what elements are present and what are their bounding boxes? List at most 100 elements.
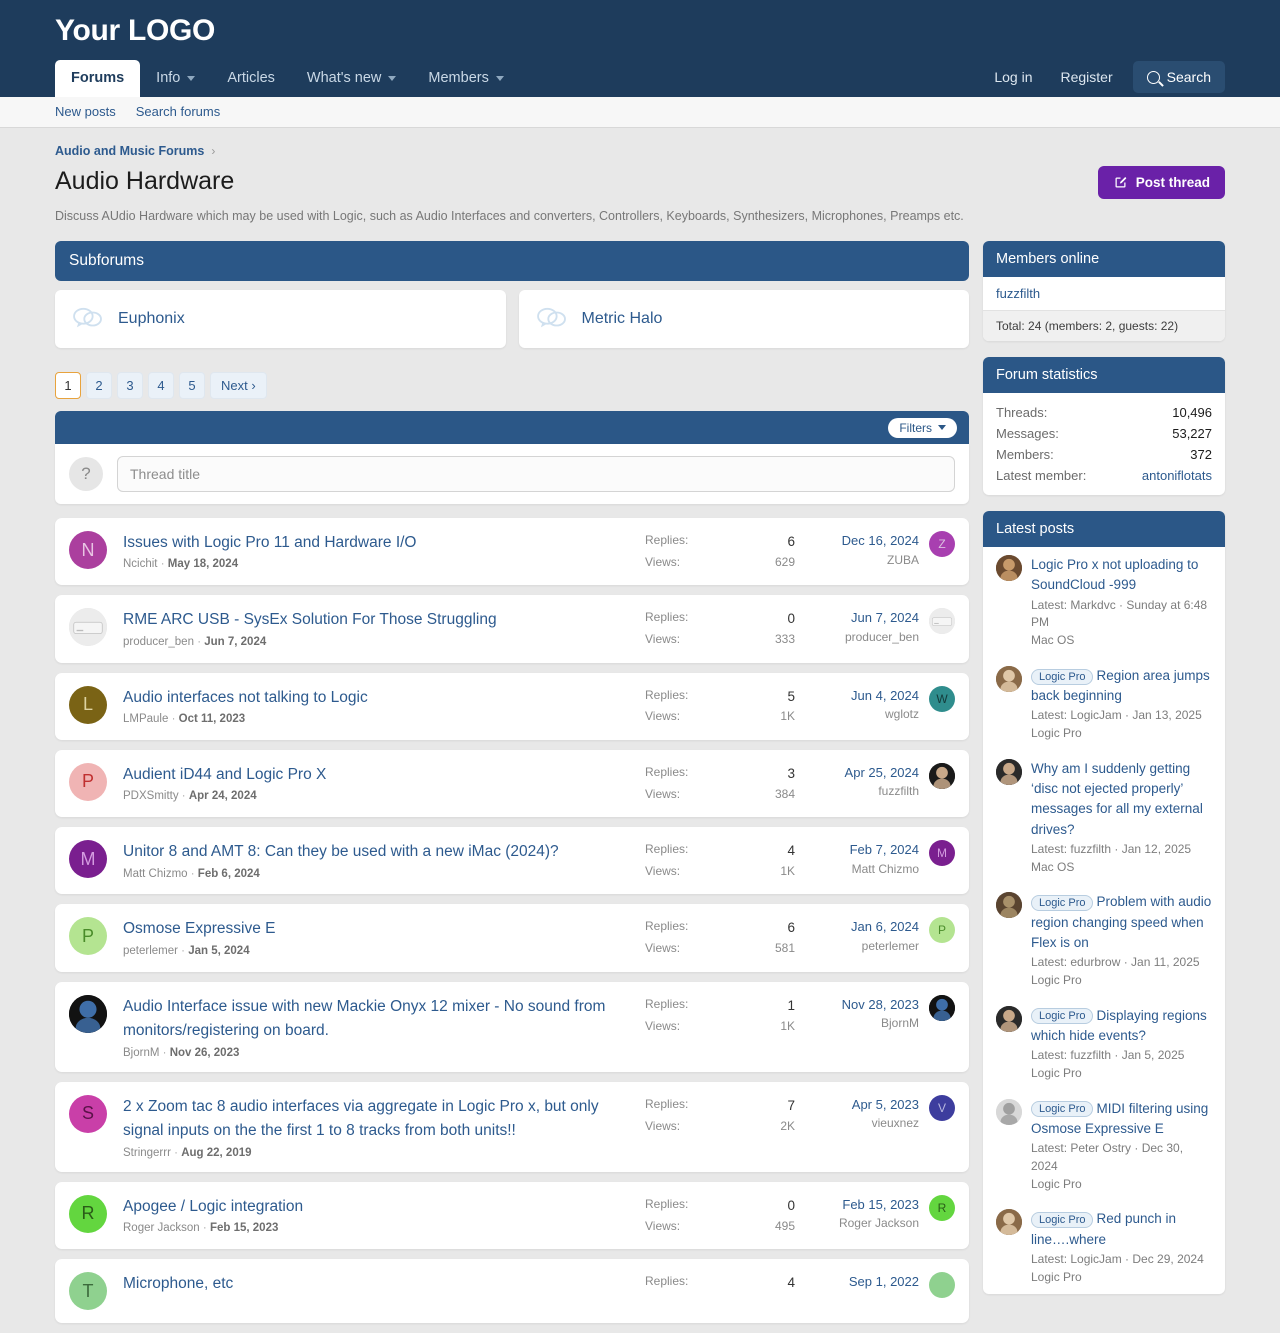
thread-title-link[interactable]: Audient iD44 and Logic Pro X	[123, 766, 326, 783]
next-page-button[interactable]: Next ›	[210, 372, 267, 399]
page-3-button[interactable]: 3	[117, 372, 143, 399]
prefix-tag[interactable]: Logic Pro	[1031, 1008, 1094, 1025]
nav-tab-members[interactable]: Members	[412, 60, 519, 97]
avatar[interactable]: Z	[929, 531, 955, 557]
avatar[interactable]: M	[69, 840, 107, 879]
page-1-button[interactable]: 1	[55, 372, 81, 399]
avatar[interactable]: P	[69, 762, 107, 801]
avatar[interactable]: L	[69, 685, 107, 724]
last-post-date[interactable]: Jun 4, 2024	[851, 686, 919, 706]
subnav-search-forums[interactable]: Search forums	[136, 104, 221, 119]
thread-author[interactable]: peterlemer	[123, 945, 178, 957]
thread-author[interactable]: Ncichit	[123, 558, 158, 570]
avatar[interactable]	[69, 994, 107, 1033]
post-thread-button[interactable]: Post thread	[1097, 166, 1225, 199]
latest-member-link[interactable]: antoniflotats	[1142, 465, 1212, 486]
thread-author[interactable]: Roger Jackson	[123, 1222, 200, 1234]
latest-post-item[interactable]: Logic Pro Region area jumps back beginnin…	[983, 658, 1225, 751]
thread-row[interactable]: N Issues with Logic Pro 11 and Hardware I…	[55, 518, 969, 586]
avatar[interactable]	[996, 892, 1022, 919]
thread-row[interactable]: Audio Interface issue with new Mackie On…	[55, 981, 969, 1072]
latest-post-title-link[interactable]: Why am I suddenly getting ‘disc not ejec…	[1031, 761, 1203, 837]
latest-post-item[interactable]: Logic Pro Red punch in line….where Latest:…	[983, 1201, 1225, 1294]
avatar[interactable]	[996, 1098, 1022, 1125]
help-icon[interactable]: ?	[69, 457, 103, 491]
last-post-date[interactable]: Apr 5, 2023	[852, 1095, 919, 1115]
latest-post-item[interactable]: Logic Pro x not uploading to SoundCloud …	[983, 547, 1225, 658]
thread-row[interactable]: L Audio interfaces not talking to Logic LM…	[55, 672, 969, 740]
last-post-date[interactable]: Jun 7, 2024	[845, 608, 919, 628]
thread-title-link[interactable]: 2 x Zoom tac 8 audio interfaces via aggr…	[123, 1098, 599, 1139]
nav-tab-articles[interactable]: Articles	[211, 60, 291, 97]
thread-author[interactable]: LMPaule	[123, 713, 168, 725]
thread-author[interactable]: BjornM	[123, 1047, 159, 1059]
page-5-button[interactable]: 5	[179, 372, 205, 399]
avatar[interactable]	[929, 994, 955, 1021]
thread-author[interactable]: Matt Chizmo	[123, 868, 188, 880]
thread-row[interactable]: T Microphone, etc Replies: 4 Sep 1, 2022	[55, 1259, 969, 1324]
avatar[interactable]	[996, 555, 1022, 582]
thread-row[interactable]: S 2 x Zoom tac 8 audio interfaces via agg…	[55, 1081, 969, 1172]
last-post-date[interactable]: Jan 6, 2024	[851, 917, 919, 937]
page-2-button[interactable]: 2	[86, 372, 112, 399]
last-post-user[interactable]: wglotz	[851, 705, 919, 723]
last-post-user[interactable]: fuzzfilth	[845, 782, 919, 800]
thread-author[interactable]: Stringerrr	[123, 1147, 171, 1159]
thread-title-link[interactable]: Audio Interface issue with new Mackie On…	[123, 998, 605, 1039]
avatar[interactable]: V	[929, 1094, 955, 1121]
thread-title-link[interactable]: Microphone, etc	[123, 1275, 233, 1292]
login-button[interactable]: Log in	[980, 61, 1046, 93]
avatar[interactable]	[929, 608, 955, 635]
breadcrumb-root[interactable]: Audio and Music Forums	[55, 144, 204, 158]
thread-title-link[interactable]: Issues with Logic Pro 11 and Hardware I/…	[123, 534, 417, 551]
avatar[interactable]	[69, 608, 107, 647]
site-logo[interactable]: Your LOGO	[55, 0, 1225, 60]
filters-button[interactable]: Filters	[888, 417, 957, 438]
last-post-date[interactable]: Sep 1, 2022	[849, 1272, 919, 1292]
avatar[interactable]: R	[929, 1194, 955, 1221]
last-post-user[interactable]: peterlemer	[851, 937, 919, 955]
latest-post-title-link[interactable]: Logic Pro x not uploading to SoundCloud …	[1031, 557, 1198, 592]
thread-author[interactable]: PDXSmitty	[123, 790, 179, 802]
last-post-date[interactable]: Apr 25, 2024	[845, 763, 919, 783]
latest-post-item[interactable]: Why am I suddenly getting ‘disc not ejec…	[983, 751, 1225, 885]
last-post-date[interactable]: Dec 16, 2024	[842, 531, 919, 551]
last-post-date[interactable]: Feb 15, 2023	[839, 1195, 919, 1215]
avatar[interactable]: M	[929, 840, 955, 867]
subnav-new-posts[interactable]: New posts	[55, 104, 116, 119]
avatar[interactable]: S	[69, 1094, 107, 1133]
prefix-tag[interactable]: Logic Pro	[1031, 1212, 1094, 1228]
register-button[interactable]: Register	[1047, 61, 1127, 93]
nav-tab-forums[interactable]: Forums	[55, 60, 141, 97]
thread-title-link[interactable]: Apogee / Logic integration	[123, 1198, 303, 1215]
last-post-user[interactable]: BjornM	[842, 1014, 919, 1032]
subforum-item-euphonix[interactable]: Euphonix	[55, 290, 506, 348]
last-post-user[interactable]: producer_ben	[845, 628, 919, 646]
avatar[interactable]: P	[69, 917, 107, 956]
nav-tab-whats-new[interactable]: What's new	[291, 60, 413, 97]
nav-tab-info[interactable]: Info	[140, 60, 211, 97]
avatar[interactable]	[996, 1005, 1022, 1032]
thread-row[interactable]: RME ARC USB - SysEx Solution For Those S…	[55, 595, 969, 663]
avatar[interactable]	[929, 1272, 955, 1299]
thread-row[interactable]: R Apogee / Logic integration Roger Jackson…	[55, 1181, 969, 1250]
avatar[interactable]	[996, 758, 1022, 785]
latest-post-item[interactable]: Logic Pro MIDI filtering using Osmose Exp…	[983, 1091, 1225, 1202]
last-post-user[interactable]: Roger Jackson	[839, 1214, 919, 1232]
last-post-date[interactable]: Feb 7, 2024	[850, 840, 919, 860]
search-button[interactable]: Search	[1132, 61, 1225, 93]
avatar[interactable]	[929, 762, 955, 789]
last-post-user[interactable]: vieuxnez	[852, 1114, 919, 1132]
thread-row[interactable]: P Osmose Expressive E peterlemer · Jan 5, …	[55, 904, 969, 972]
latest-post-item[interactable]: Logic Pro Displaying regions which hide e…	[983, 998, 1225, 1091]
last-post-date[interactable]: Nov 28, 2023	[842, 995, 919, 1015]
avatar[interactable]: N	[69, 531, 107, 569]
page-4-button[interactable]: 4	[148, 372, 174, 399]
avatar[interactable]: P	[929, 917, 955, 944]
avatar[interactable]: W	[929, 685, 955, 712]
thread-author[interactable]: producer_ben	[123, 636, 194, 648]
thread-title-link[interactable]: Osmose Expressive E	[123, 920, 275, 937]
last-post-user[interactable]: ZUBA	[842, 551, 919, 569]
avatar[interactable]: T	[69, 1272, 107, 1311]
prefix-tag[interactable]: Logic Pro	[1031, 668, 1094, 685]
